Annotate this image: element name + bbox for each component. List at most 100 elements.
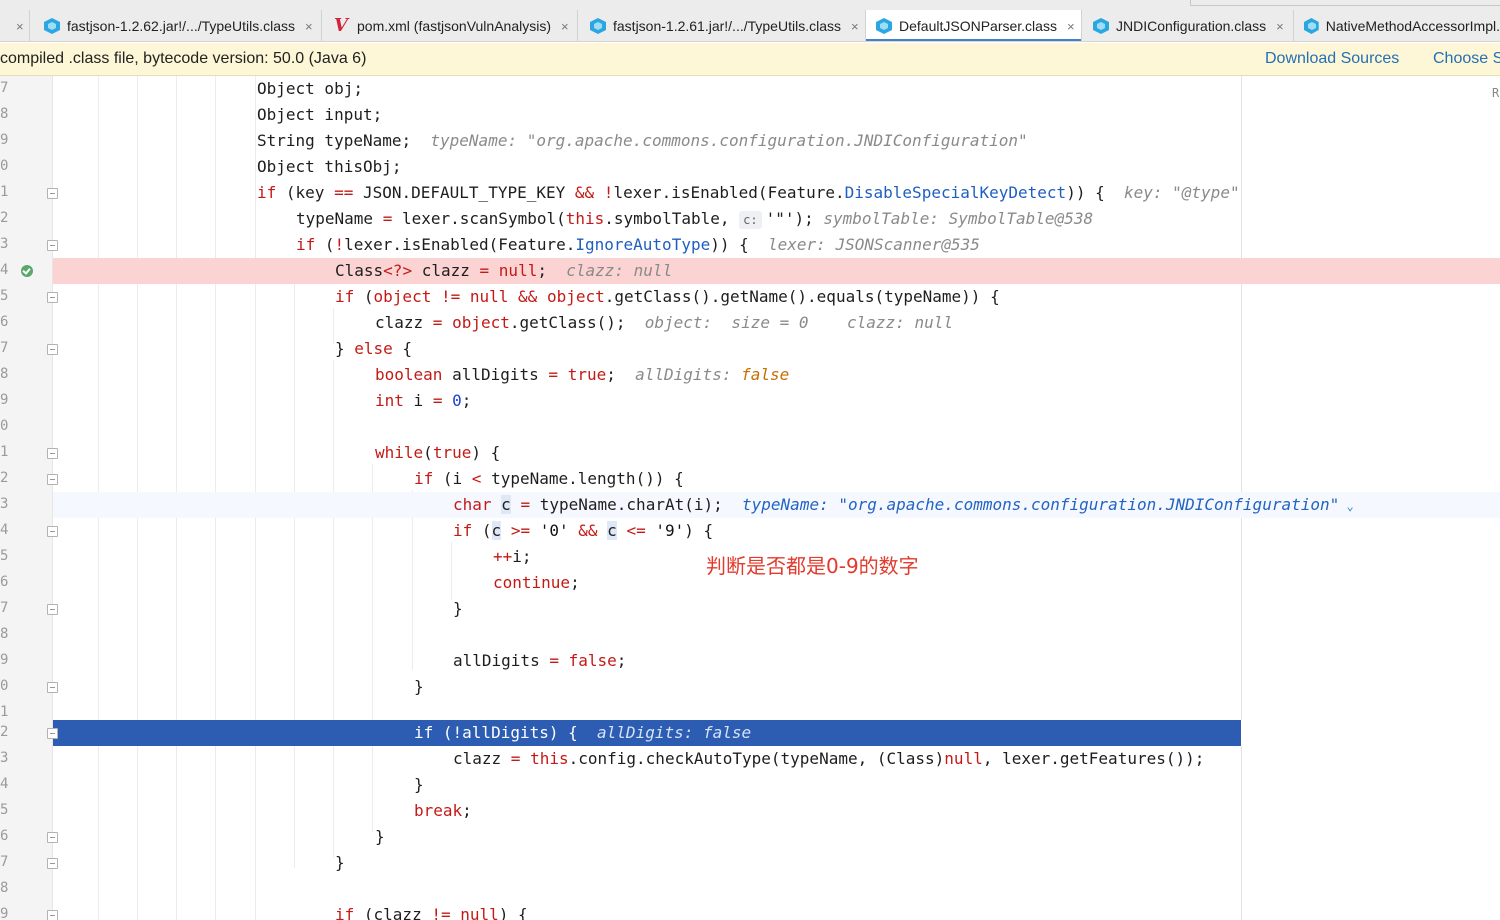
close-icon[interactable]: × (561, 19, 569, 34)
line-number: 7 (0, 600, 9, 616)
code-line: 7 Object obj; (0, 76, 1500, 102)
code-line: 1 while(true) { (0, 440, 1500, 466)
line-number: 1 (0, 184, 9, 200)
fold-toggle-icon[interactable] (47, 858, 58, 869)
class-file-icon (1304, 18, 1319, 34)
code-text: clazz = this.config.checkAutoType(typeNa… (453, 749, 1205, 768)
code-line: 8 Object input; (0, 102, 1500, 128)
class-file-icon (1093, 18, 1109, 34)
code-line: 2 typeName = lexer.scanSymbol(this.symbo… (0, 206, 1500, 232)
line-number: 4 (0, 522, 9, 538)
fold-toggle-icon[interactable] (47, 604, 58, 615)
line-number: 8 (0, 106, 9, 122)
fold-toggle-icon[interactable] (47, 910, 58, 920)
window-top-strip (1190, 0, 1500, 6)
choose-sources-link[interactable]: Choose S (1433, 50, 1500, 68)
code-text: Class<?> clazz = null; clazz: null (335, 261, 673, 280)
code-line: 9 allDigits = false; (0, 648, 1500, 674)
code-text: if (key == JSON.DEFAULT_TYPE_KEY && !lex… (257, 183, 1240, 202)
line-number: 9 (0, 132, 9, 148)
tab-previous[interactable]: × (0, 10, 30, 41)
inline-debug-value: symbolTable: SymbolTable@538 (823, 209, 1094, 228)
line-number: 0 (0, 678, 9, 694)
line-number: 2 (0, 470, 9, 486)
code-line: 6 clazz = object.getClass(); object: siz… (0, 310, 1500, 336)
fold-toggle-icon[interactable] (47, 682, 58, 693)
line-number: 2 (0, 210, 9, 226)
code-line: 0 } (0, 674, 1500, 700)
line-number: 6 (0, 314, 9, 330)
close-icon[interactable]: × (305, 19, 313, 34)
inline-debug-value: clazz: null (847, 313, 953, 332)
breakpoint-verified-icon[interactable] (21, 265, 33, 277)
line-number: 5 (0, 802, 9, 818)
code-text: } else { (335, 339, 413, 358)
download-sources-link[interactable]: Download Sources (1265, 50, 1399, 68)
line-number: 7 (0, 340, 9, 356)
line-number: 9 (0, 906, 9, 920)
code-line: 5 if (object != null && object.getClass(… (0, 284, 1500, 310)
line-number: 2 (0, 724, 9, 740)
code-text: Object input; (257, 105, 383, 124)
fold-toggle-icon[interactable] (47, 188, 58, 199)
editor-tab-bar: × fastjson-1.2.62.jar!/.../TypeUtils.cla… (0, 0, 1500, 42)
fold-toggle-icon[interactable] (47, 832, 58, 843)
code-editor[interactable]: R 7 Object obj; 8 Object input; 9 String… (0, 76, 1500, 920)
close-icon[interactable]: × (16, 19, 24, 34)
code-text: if (!allDigits) { allDigits: false (414, 723, 752, 742)
line-number: 6 (0, 574, 9, 590)
code-line: 7 } else { (0, 336, 1500, 362)
fold-toggle-icon[interactable] (47, 344, 58, 355)
code-line: 2 if (i < typeName.length()) { (0, 466, 1500, 492)
close-icon[interactable]: × (851, 19, 859, 34)
expand-chevron-icon[interactable]: ⌄ (1339, 499, 1353, 513)
fold-toggle-icon[interactable] (47, 240, 58, 251)
fold-toggle-icon[interactable] (47, 728, 58, 739)
fold-toggle-icon[interactable] (47, 474, 58, 485)
code-line: 9 String typeName; typeName: "org.apache… (0, 128, 1500, 154)
inline-debug-value: "org.apache.commons.configuration.JNDICo… (838, 495, 1340, 514)
line-number: 4 (0, 262, 9, 278)
class-file-icon (876, 18, 892, 34)
code-text: clazz = object.getClass(); object: size … (375, 313, 953, 332)
code-text: break; (414, 801, 472, 820)
maven-icon: V (334, 15, 348, 36)
fold-toggle-icon[interactable] (47, 526, 58, 537)
code-line: 1 if (key == JSON.DEFAULT_TYPE_KEY && !l… (0, 180, 1500, 206)
tab-label: NativeMethodAccessorImpl. (1325, 18, 1500, 34)
code-line: 8 boolean allDigits = true; allDigits: f… (0, 362, 1500, 388)
execution-point-line: 2 if (!allDigits) { allDigits: false (0, 720, 1500, 746)
code-text: Object thisObj; (257, 157, 402, 176)
code-text: if (!lexer.isEnabled(Feature.IgnoreAutoT… (296, 235, 980, 254)
line-number: 7 (0, 854, 9, 870)
tab-defaultjsonparser[interactable]: DefaultJSONParser.class × (866, 10, 1082, 41)
line-number: 8 (0, 626, 9, 642)
code-line: 5 break; (0, 798, 1500, 824)
code-text: typeName = lexer.scanSymbol(this.symbolT… (296, 209, 1094, 229)
close-icon[interactable]: × (1067, 19, 1075, 34)
tab-nativemethodaccessorimpl[interactable]: NativeMethodAccessorImpl. (1294, 10, 1500, 41)
code-text: } (414, 775, 424, 794)
close-icon[interactable]: × (1276, 19, 1284, 34)
class-file-icon (44, 18, 60, 34)
code-text: allDigits = false; (453, 651, 627, 670)
tab-typeutils-1261[interactable]: fastjson-1.2.61.jar!/.../TypeUtils.class… (578, 10, 866, 41)
code-text: if (object != null && object.getClass().… (335, 287, 1000, 306)
tab-jndiconfiguration[interactable]: JNDIConfiguration.class × (1082, 10, 1294, 41)
line-number: 3 (0, 750, 9, 766)
line-number: 8 (0, 366, 9, 382)
code-text: } (375, 827, 385, 846)
code-line: 9 int i = 0; (0, 388, 1500, 414)
line-number: 3 (0, 236, 9, 252)
fold-toggle-icon[interactable] (47, 292, 58, 303)
fold-toggle-icon[interactable] (47, 448, 58, 459)
code-line: 4 if (c >= '0' && c <= '9') { (0, 518, 1500, 544)
line-number: 4 (0, 776, 9, 792)
inline-debug-label: allDigits: (635, 365, 742, 384)
tab-pom-xml[interactable]: V pom.xml (fastjsonVulnAnalysis) × (322, 10, 578, 41)
line-number: 8 (0, 880, 9, 896)
line-number: 6 (0, 828, 9, 844)
code-line: 7 } (0, 596, 1500, 622)
code-text: } (414, 677, 424, 696)
tab-typeutils-1262[interactable]: fastjson-1.2.62.jar!/.../TypeUtils.class… (30, 10, 322, 41)
